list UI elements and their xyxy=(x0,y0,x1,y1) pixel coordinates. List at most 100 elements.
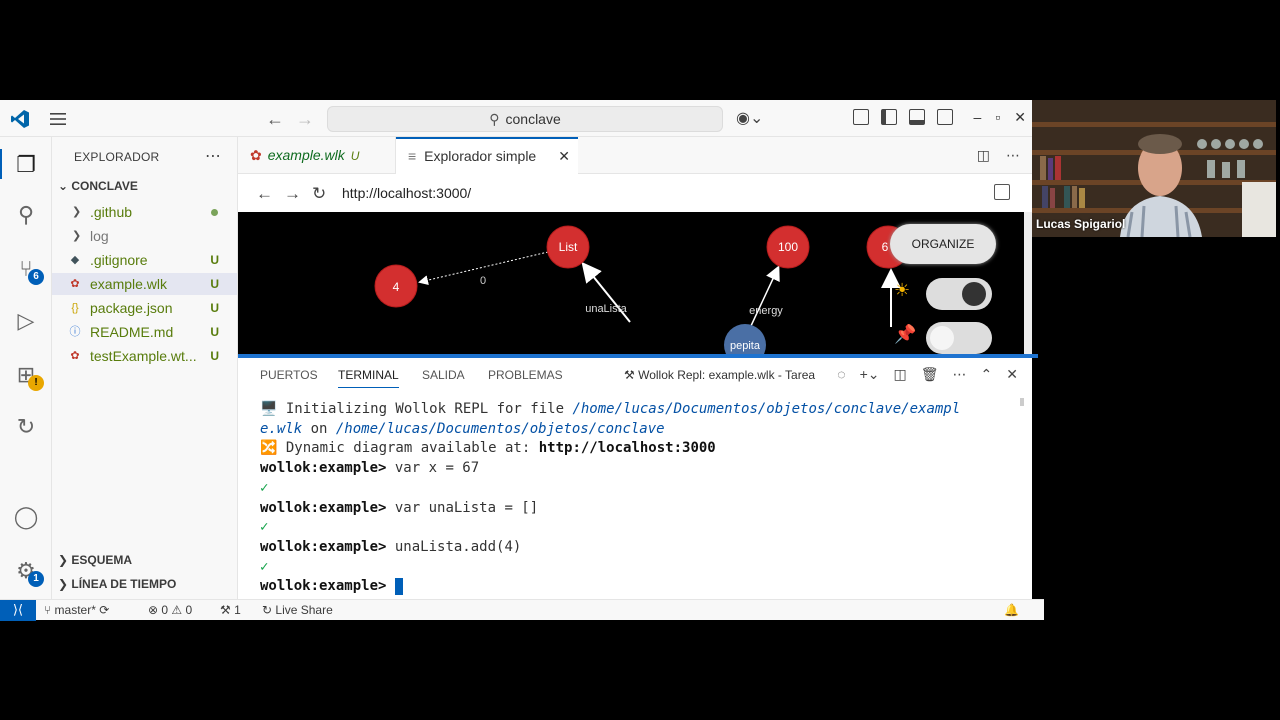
activity-bar: ❐ ⚲ ⑂ 6 ▷ ⊞! ↻ ◯ ⚙ 1 xyxy=(0,137,52,599)
tab-explorador-simple[interactable]: ≡ Explorador simple ✕ xyxy=(396,137,578,174)
json-file-icon: {} xyxy=(71,302,79,314)
branch-icon: ⑂ xyxy=(44,603,55,617)
terminal-output[interactable]: 🖥️ Initializing Wollok REPL for file /ho… xyxy=(260,400,1020,597)
remote-indicator-icon[interactable]: ⟩⟨ xyxy=(0,600,36,621)
terminal-link[interactable]: http://localhost:3000 xyxy=(539,440,716,456)
notifications-bell-icon[interactable]: 🔔 xyxy=(1004,603,1019,617)
forward-arrow-icon[interactable]: → xyxy=(284,184,301,204)
copilot-icon[interactable]: ◉⌄ xyxy=(736,108,763,128)
tree-item-test-example[interactable]: ✿ testExample.wt... U xyxy=(52,345,237,367)
tab-ports[interactable]: PUERTOS xyxy=(260,368,318,382)
chevron-right-icon: ❯ xyxy=(72,206,82,218)
live-share-status[interactable]: ↻ Live Share xyxy=(262,603,333,617)
editor-area: ✿ example.wlk U ≡ Explorador simple ✕ ◫ ⋯ ←… xyxy=(238,137,1038,599)
toggle-secondary-sidebar-icon[interactable] xyxy=(937,109,953,125)
explorer-icon[interactable]: ❐ xyxy=(12,151,40,179)
customize-layout-icon[interactable] xyxy=(853,109,869,125)
settings-badge: 1 xyxy=(28,571,44,587)
git-status-mark: U xyxy=(210,301,219,315)
terminal-line: wollok:example> unaLista.add(4) xyxy=(260,538,1020,558)
close-tab-icon[interactable]: ✕ xyxy=(558,139,570,173)
more-actions-icon[interactable]: ⋯ xyxy=(953,366,967,383)
close-window-icon[interactable]: ✕ xyxy=(1014,109,1026,126)
git-file-icon: ◆ xyxy=(70,254,80,266)
organize-button[interactable]: ORGANIZE xyxy=(890,224,996,264)
panel-actions: ◌ +⌄ ◫ 🗑 ⋯ ⌃ ✕ xyxy=(837,366,1018,383)
node-label: pepita xyxy=(730,340,761,352)
pin-toggle[interactable] xyxy=(926,322,992,354)
back-arrow-icon[interactable]: ← xyxy=(256,184,273,204)
toggle-primary-sidebar-icon[interactable] xyxy=(881,109,897,125)
more-actions-icon[interactable]: ⋯ xyxy=(1006,147,1020,164)
terminal-prompt: wollok:example> xyxy=(260,460,387,477)
tab-example-wlk[interactable]: ✿ example.wlk U xyxy=(238,137,396,174)
folder-name: CONCLAVE xyxy=(71,179,138,193)
tab-problems[interactable]: PROBLEMAS xyxy=(488,368,563,382)
tree-item-gitignore[interactable]: ◆ .gitignore U xyxy=(52,249,237,271)
terminal-command: unaLista.add(4) xyxy=(386,538,522,555)
chevron-down-icon: ⌄ xyxy=(58,179,72,193)
search-view-icon[interactable]: ⚲ xyxy=(12,201,40,229)
open-external-icon[interactable] xyxy=(994,184,1010,200)
split-editor-icon[interactable]: ◫ xyxy=(977,147,990,164)
split-terminal-icon[interactable]: ◫ xyxy=(894,366,907,383)
tab-label: Explorador simple xyxy=(424,148,537,164)
new-terminal-icon[interactable]: +⌄ xyxy=(860,366,880,383)
explorer-header: EXPLORADOR xyxy=(74,150,160,164)
error-icon: ⊗ xyxy=(148,603,162,617)
wollok-file-icon: ✿ xyxy=(70,350,80,362)
bottom-panel: PUERTOS TERMINAL SALIDA PROBLEMAS ⚒ Woll… xyxy=(238,358,1032,599)
folder-root[interactable]: ⌄ CONCLAVE xyxy=(58,179,138,193)
status-bar: ⟩⟨ ⑂ master* ⟳ ⊗ 0 ⚠ 0 ⚒ 1 ↻ Live Share … xyxy=(0,599,1044,621)
command-center-search[interactable]: ⚲ conclave xyxy=(327,106,723,132)
forward-arrow-icon[interactable]: → xyxy=(296,109,314,130)
tree-item-github[interactable]: ❯ .github xyxy=(52,201,237,223)
minimize-icon[interactable]: – xyxy=(974,109,982,126)
run-debug-icon[interactable]: ▷ xyxy=(12,307,40,335)
tab-output[interactable]: SALIDA xyxy=(422,368,465,382)
tree-item-log[interactable]: ❯ log xyxy=(52,225,237,247)
close-panel-icon[interactable]: ✕ xyxy=(1006,366,1018,383)
settings-gear-icon[interactable]: ⚙ 1 xyxy=(12,557,44,587)
url-field[interactable]: http://localhost:3000/ xyxy=(342,185,471,201)
pin-icon: 📌 xyxy=(894,324,917,344)
terminal-line: ✓ xyxy=(260,558,269,575)
more-actions-icon[interactable]: ⋯ xyxy=(205,146,221,166)
branch-status[interactable]: ⑂ master* ⟳ xyxy=(44,603,109,617)
tree-item-label: package.json xyxy=(90,300,173,316)
toggle-panel-icon[interactable] xyxy=(909,109,925,125)
hamburger-menu-icon[interactable] xyxy=(48,110,68,128)
tree-item-label: README.md xyxy=(90,324,174,340)
chevron-right-icon: ❯ xyxy=(58,553,72,567)
git-status-mark: U xyxy=(210,325,219,339)
theme-toggle[interactable] xyxy=(926,278,992,310)
screen: ← → ⚲ conclave ◉⌄ – ▫ ✕ ❐ ⚲ ⑂ 6 ▷ ⊞ ! ↻ … xyxy=(0,0,1280,720)
terminal-scrollbar[interactable] xyxy=(1020,398,1024,406)
accounts-icon[interactable]: ◯ xyxy=(12,503,40,531)
terminal-task-selector[interactable]: ⚒ Wollok Repl: example.wlk - Tarea xyxy=(624,368,815,382)
tab-terminal[interactable]: TERMINAL xyxy=(338,368,399,388)
ports-status[interactable]: ⚒ 1 xyxy=(220,603,241,617)
source-control-icon[interactable]: ⑂ 6 xyxy=(12,255,44,285)
section-outline[interactable]: ❯ ESQUEMA xyxy=(58,553,132,567)
kill-terminal-icon[interactable]: 🗑 xyxy=(921,366,939,383)
sun-icon: ☀ xyxy=(894,280,911,300)
live-share-icon[interactable]: ↻ xyxy=(12,413,40,441)
reload-icon[interactable]: ↻ xyxy=(312,184,326,204)
tree-item-example-wlk[interactable]: ✿ example.wlk U xyxy=(52,273,237,295)
extensions-icon[interactable]: ⊞! xyxy=(12,361,44,391)
editor-actions: ◫ ⋯ xyxy=(977,147,1020,164)
object-diagram[interactable]: 4 List 100 6 pepita 0 unaLista energy OR… xyxy=(238,212,1024,355)
title-bar: ← → ⚲ conclave ◉⌄ – ▫ ✕ xyxy=(0,100,1032,137)
section-timeline[interactable]: ❯ LÍNEA DE TIEMPO xyxy=(58,577,176,591)
maximize-panel-icon[interactable]: ⌃ xyxy=(981,366,993,383)
tree-item-package-json[interactable]: {} package.json U xyxy=(52,297,237,319)
problems-status[interactable]: ⊗ 0 ⚠ 0 xyxy=(148,603,192,617)
restore-icon[interactable]: ▫ xyxy=(995,109,1000,126)
diagram-scrollbar[interactable] xyxy=(1024,212,1032,355)
back-arrow-icon[interactable]: ← xyxy=(266,109,284,130)
tree-item-readme[interactable]: ⓘ README.md U xyxy=(52,321,237,343)
branch-name: master* xyxy=(54,603,96,617)
terminal-line: wollok:example> var unaLista = [] xyxy=(260,499,1020,519)
wollok-file-icon: ✿ xyxy=(250,147,262,163)
